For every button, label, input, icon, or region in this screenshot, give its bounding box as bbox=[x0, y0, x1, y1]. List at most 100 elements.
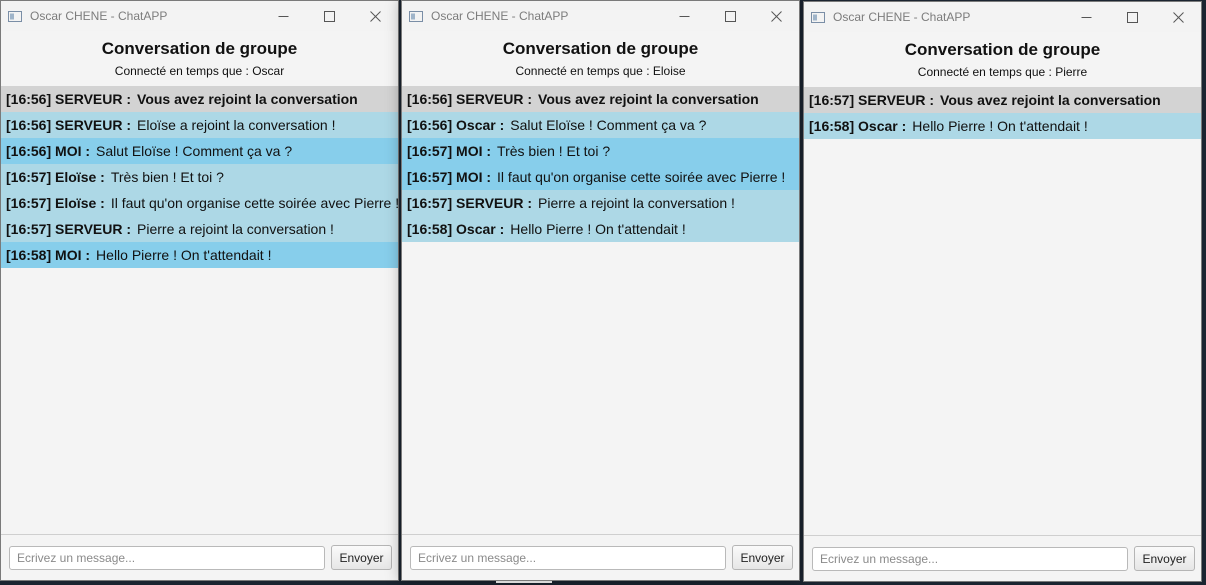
message-sender: SERVEUR bbox=[858, 92, 926, 108]
message-text: Vous avez rejoint la conversation bbox=[137, 91, 358, 107]
message-time: [16:57] bbox=[6, 195, 52, 211]
close-icon[interactable] bbox=[1155, 2, 1201, 32]
message-sender: Oscar bbox=[858, 118, 898, 134]
minimize-icon[interactable] bbox=[1063, 2, 1109, 32]
close-icon[interactable] bbox=[352, 1, 398, 31]
message-input[interactable] bbox=[410, 545, 726, 570]
title-bar[interactable]: Oscar CHENE - ChatAPP bbox=[402, 1, 799, 31]
conversation-title: Conversation de groupe bbox=[101, 39, 298, 58]
close-icon[interactable] bbox=[753, 1, 799, 31]
message-text: Salut Eloïse ! Comment ça va ? bbox=[96, 143, 293, 159]
title-bar[interactable]: Oscar CHENE - ChatAPP bbox=[804, 2, 1201, 32]
message-text: Salut Eloïse ! Comment ça va ? bbox=[510, 117, 707, 133]
message-row: [16:58] Oscar : Hello Pierre ! On t'atten… bbox=[402, 216, 799, 242]
message-sender: Eloïse bbox=[55, 195, 97, 211]
send-button[interactable]: Envoyer bbox=[1134, 546, 1195, 571]
chat-header: Conversation de groupe Connecté en temps… bbox=[402, 31, 799, 86]
message-sender: SERVEUR bbox=[55, 221, 123, 237]
message-sender: SERVEUR bbox=[55, 117, 123, 133]
conversation-title: Conversation de groupe bbox=[502, 39, 699, 58]
app-window-icon bbox=[409, 10, 423, 22]
message-time: [16:58] bbox=[809, 118, 855, 134]
message-time: [16:57] bbox=[407, 143, 453, 159]
message-text: Pierre a rejoint la conversation ! bbox=[137, 221, 334, 237]
message-row: [16:57] Eloïse : Très bien ! Et toi ? bbox=[1, 164, 398, 190]
sender-separator: : bbox=[482, 169, 492, 185]
message-text: Pierre a rejoint la conversation ! bbox=[538, 195, 735, 211]
conversation-title: Conversation de groupe bbox=[904, 40, 1101, 59]
sender-separator: : bbox=[96, 169, 105, 185]
app-window-icon bbox=[8, 10, 22, 22]
message-row: [16:58] Oscar : Hello Pierre ! On t'atten… bbox=[804, 113, 1201, 139]
message-text: Vous avez rejoint la conversation bbox=[940, 92, 1161, 108]
message-list[interactable]: [16:57] SERVEUR : Vous avez rejoint la co… bbox=[804, 87, 1201, 535]
message-row: [16:57] SERVEUR : Vous avez rejoint la co… bbox=[804, 87, 1201, 113]
chat-header: Conversation de groupe Connecté en temps… bbox=[804, 32, 1201, 87]
message-row: [16:56] MOI : Salut Eloïse ! Comment ça v… bbox=[1, 138, 398, 164]
message-sender: SERVEUR bbox=[55, 91, 123, 107]
compose-bar: Envoyer bbox=[402, 534, 799, 580]
sender-separator: : bbox=[81, 143, 91, 159]
message-sender: MOI bbox=[55, 143, 82, 159]
sender-separator: : bbox=[81, 247, 91, 263]
message-row: [16:58] MOI : Hello Pierre ! On t'attenda… bbox=[1, 242, 398, 268]
message-time: [16:57] bbox=[407, 169, 453, 185]
message-row: [16:57] MOI : Très bien ! Et toi ? bbox=[402, 138, 799, 164]
send-button[interactable]: Envoyer bbox=[331, 545, 392, 570]
message-time: [16:56] bbox=[6, 117, 52, 133]
sender-separator: : bbox=[925, 92, 935, 108]
message-text: Hello Pierre ! On t'attendait ! bbox=[96, 247, 272, 263]
message-sender: SERVEUR bbox=[456, 91, 524, 107]
message-input[interactable] bbox=[812, 546, 1128, 571]
send-button[interactable]: Envoyer bbox=[732, 545, 793, 570]
message-text: Hello Pierre ! On t'attendait ! bbox=[510, 221, 686, 237]
chat-window-pierre: Oscar CHENE - ChatAPP Conversation de gr… bbox=[803, 1, 1202, 582]
message-row: [16:56] Oscar : Salut Eloïse ! Comment ça… bbox=[402, 112, 799, 138]
maximize-icon[interactable] bbox=[707, 1, 753, 31]
message-time: [16:56] bbox=[6, 91, 52, 107]
minimize-icon[interactable] bbox=[661, 1, 707, 31]
message-row: [16:57] SERVEUR : Pierre a rejoint la con… bbox=[402, 190, 799, 216]
maximize-icon[interactable] bbox=[1109, 2, 1155, 32]
message-sender: MOI bbox=[456, 143, 483, 159]
message-time: [16:58] bbox=[6, 247, 52, 263]
window-title: Oscar CHENE - ChatAPP bbox=[833, 10, 971, 24]
message-list[interactable]: [16:56] SERVEUR : Vous avez rejoint la co… bbox=[402, 86, 799, 534]
message-time: [16:57] bbox=[6, 169, 52, 185]
title-bar[interactable]: Oscar CHENE - ChatAPP bbox=[1, 1, 398, 31]
message-time: [16:56] bbox=[407, 91, 453, 107]
window-title: Oscar CHENE - ChatAPP bbox=[30, 9, 168, 23]
message-row: [16:56] SERVEUR : Vous avez rejoint la co… bbox=[1, 86, 398, 112]
message-row: [16:56] SERVEUR : Eloïse a rejoint la con… bbox=[1, 112, 398, 138]
message-text: Hello Pierre ! On t'attendait ! bbox=[912, 118, 1088, 134]
message-list[interactable]: [16:56] SERVEUR : Vous avez rejoint la co… bbox=[1, 86, 398, 534]
chat-header: Conversation de groupe Connecté en temps… bbox=[1, 31, 398, 86]
connected-user-label: Connecté en temps que : Oscar bbox=[114, 64, 285, 78]
message-text: Eloïse a rejoint la conversation ! bbox=[137, 117, 336, 133]
message-time: [16:57] bbox=[407, 195, 453, 211]
message-row: [16:57] Eloïse : Il faut qu'on organise c… bbox=[1, 190, 398, 216]
message-time: [16:57] bbox=[6, 221, 52, 237]
message-sender: Oscar bbox=[456, 117, 496, 133]
message-time: [16:58] bbox=[407, 221, 453, 237]
message-text: Très bien ! Et toi ? bbox=[497, 143, 611, 159]
sender-separator: : bbox=[482, 143, 492, 159]
message-sender: SERVEUR bbox=[456, 195, 524, 211]
sender-separator: : bbox=[523, 195, 533, 211]
message-input[interactable] bbox=[9, 545, 325, 570]
sender-separator: : bbox=[495, 117, 505, 133]
connected-user-label: Connecté en temps que : Eloise bbox=[515, 64, 686, 78]
message-sender: Eloïse bbox=[55, 169, 97, 185]
message-text: Il faut qu'on organise cette soirée avec… bbox=[110, 195, 398, 211]
sender-separator: : bbox=[495, 221, 505, 237]
sender-separator: : bbox=[523, 91, 533, 107]
chat-window-oscar: Oscar CHENE - ChatAPP Conversation de gr… bbox=[0, 0, 399, 581]
app-window-icon bbox=[811, 11, 825, 23]
message-sender: Oscar bbox=[456, 221, 496, 237]
message-time: [16:57] bbox=[809, 92, 855, 108]
message-row: [16:56] SERVEUR : Vous avez rejoint la co… bbox=[402, 86, 799, 112]
compose-bar: Envoyer bbox=[1, 534, 398, 580]
sender-separator: : bbox=[897, 118, 907, 134]
minimize-icon[interactable] bbox=[260, 1, 306, 31]
maximize-icon[interactable] bbox=[306, 1, 352, 31]
